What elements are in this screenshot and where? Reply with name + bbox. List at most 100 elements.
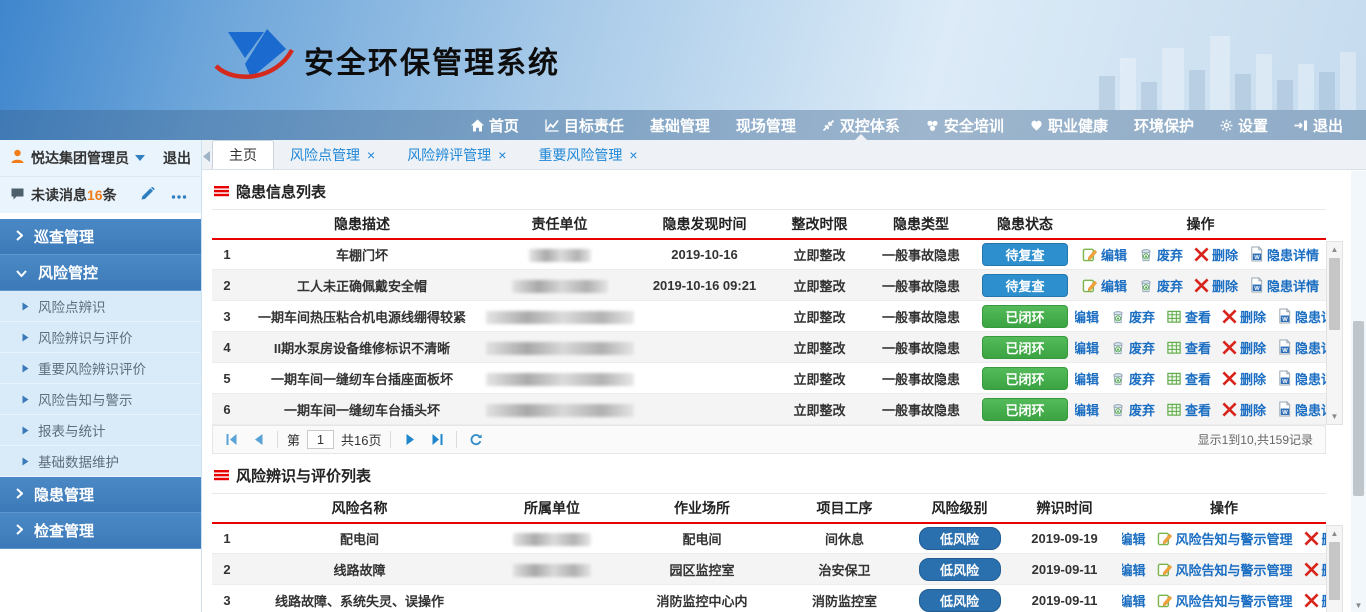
page-number-input[interactable] — [307, 430, 334, 449]
sidebar-group-4[interactable]: 检查管理 — [0, 513, 201, 549]
action-discard-icon[interactable]: 废弃 — [1110, 369, 1155, 388]
action-doc-icon[interactable]: W隐患详情 — [1277, 338, 1326, 357]
refresh-icon[interactable] — [466, 430, 486, 450]
prev-page-button[interactable] — [248, 430, 268, 450]
status-badge[interactable]: 待复查 — [982, 243, 1068, 266]
action-delete-icon[interactable]: 删除 — [1194, 245, 1238, 264]
action-edit-icon[interactable]: 编辑 — [1075, 400, 1099, 419]
risk-level-badge[interactable]: 低风险 — [919, 558, 1001, 581]
action-doc-icon[interactable]: W隐患详情 — [1277, 369, 1326, 388]
status-badge[interactable]: 已闭环 — [982, 305, 1068, 328]
risk-level-badge[interactable]: 低风险 — [919, 589, 1001, 612]
action-label: 删除 — [1240, 338, 1266, 357]
action-edit-icon[interactable]: 编辑 — [1075, 369, 1099, 388]
scroll-down-icon[interactable]: ▼ — [1327, 409, 1342, 424]
action-delete-icon[interactable]: 删除 — [1222, 400, 1266, 419]
nav-item-5[interactable]: 双控体系 — [809, 110, 913, 140]
action-doc-icon[interactable]: W隐患详情 — [1277, 307, 1326, 326]
sidebar-item-2-6[interactable]: 基础数据维护 — [0, 446, 201, 477]
action-delete-icon[interactable]: 删除 — [1304, 529, 1326, 548]
action-discard-icon[interactable]: 废弃 — [1110, 400, 1155, 419]
status-badge[interactable]: 已闭环 — [982, 398, 1068, 421]
action-edit-icon[interactable]: 编辑 — [1082, 276, 1127, 295]
scroll-up-icon[interactable]: ▲ — [1327, 242, 1342, 257]
tab-1[interactable]: 主页 — [212, 140, 274, 169]
close-icon[interactable]: × — [498, 148, 506, 162]
scroll-thumb[interactable] — [1329, 258, 1340, 330]
nav-item-10[interactable]: 退出 — [1281, 110, 1356, 140]
tab-4[interactable]: 重要风险管理× — [522, 140, 653, 169]
sidebar-item-2-3[interactable]: 重要风险辨识评价 — [0, 353, 201, 384]
nav-item-9[interactable]: 设置 — [1207, 110, 1281, 140]
close-icon[interactable]: × — [367, 148, 375, 162]
sidebar-group-3[interactable]: 隐患管理 — [0, 477, 201, 513]
action-notice-icon[interactable]: 风险告知与警示管理 — [1157, 560, 1293, 579]
action-delete-icon[interactable]: 删除 — [1222, 369, 1266, 388]
work-place: 配电间 — [627, 523, 777, 554]
sidebar-item-2-5[interactable]: 报表与统计 — [0, 415, 201, 446]
nav-item-6[interactable]: 安全培训 — [913, 110, 1017, 140]
action-doc-icon[interactable]: W隐患详情 — [1277, 400, 1326, 419]
sidebar-logout-link[interactable]: 退出 — [163, 148, 191, 168]
action-discard-icon[interactable]: 废弃 — [1110, 307, 1155, 326]
last-page-button[interactable] — [427, 430, 447, 450]
unit-cell — [477, 585, 627, 612]
sidebar-item-2-4[interactable]: 风险告知与警示 — [0, 384, 201, 415]
delete-icon — [1304, 531, 1319, 546]
action-discard-icon[interactable]: 废弃 — [1110, 338, 1155, 357]
sidebar-collapse-handle[interactable] — [203, 149, 210, 167]
action-notice-icon[interactable]: 风险告知与警示管理 — [1157, 591, 1293, 610]
action-delete-icon[interactable]: 删除 — [1304, 560, 1326, 579]
action-delete-icon[interactable]: 删除 — [1194, 276, 1238, 295]
action-edit-icon[interactable]: 编辑 — [1075, 338, 1099, 357]
chevron-down-icon[interactable] — [135, 155, 145, 166]
status-badge[interactable]: 已闭环 — [982, 336, 1068, 359]
action-edit-icon[interactable]: 编辑 — [1122, 560, 1146, 579]
status-badge[interactable]: 待复查 — [982, 274, 1068, 297]
tab-3[interactable]: 风险辨评管理× — [391, 140, 522, 169]
risk-table-scrollbar[interactable]: ▲ — [1326, 525, 1343, 612]
pencil-icon[interactable] — [140, 186, 155, 204]
nav-item-2[interactable]: 目标责任 — [532, 110, 637, 140]
action-view-icon[interactable]: 查看 — [1166, 400, 1211, 419]
action-notice-icon[interactable]: 风险告知与警示管理 — [1157, 529, 1293, 548]
action-discard-icon[interactable]: 废弃 — [1138, 276, 1183, 295]
sidebar-item-2-2[interactable]: 风险辨识与评价 — [0, 322, 201, 353]
hazard-table-scrollbar[interactable]: ▲ ▼ — [1326, 241, 1343, 425]
user-name[interactable]: 悦达集团管理员 — [31, 148, 129, 168]
risk-level-badge[interactable]: 低风险 — [919, 527, 1001, 550]
unread-messages-label[interactable]: 未读消息16条 — [31, 185, 117, 205]
first-page-button[interactable] — [221, 430, 241, 450]
action-edit-icon[interactable]: 编辑 — [1122, 591, 1146, 610]
sidebar-group-2[interactable]: 风险管控 — [0, 255, 201, 291]
action-edit-icon[interactable]: 编辑 — [1122, 529, 1146, 548]
next-page-button[interactable] — [400, 430, 420, 450]
action-delete-icon[interactable]: 删除 — [1222, 338, 1266, 357]
action-doc-icon[interactable]: W隐患详情 — [1249, 245, 1319, 264]
tab-2[interactable]: 风险点管理× — [274, 140, 391, 169]
sidebar-group-1[interactable]: 巡查管理 — [0, 219, 201, 255]
nav-item-8[interactable]: 环境保护 — [1121, 110, 1207, 140]
action-delete-icon[interactable]: 删除 — [1222, 307, 1266, 326]
nav-item-7[interactable]: 职业健康 — [1017, 110, 1121, 140]
action-doc-icon[interactable]: W隐患详情 — [1249, 276, 1319, 295]
sidebar-item-2-1[interactable]: 风险点辨识 — [0, 291, 201, 322]
more-options-icon[interactable] — [171, 187, 187, 203]
action-delete-icon[interactable]: 删除 — [1304, 591, 1326, 610]
scroll-thumb[interactable] — [1329, 542, 1340, 600]
page-scroll-thumb[interactable] — [1353, 321, 1364, 496]
action-edit-icon[interactable]: 编辑 — [1075, 307, 1099, 326]
page-scrollbar[interactable]: ▼ — [1351, 171, 1366, 612]
page-scroll-down-icon[interactable]: ▼ — [1351, 601, 1366, 610]
scroll-up-icon[interactable]: ▲ — [1327, 526, 1342, 541]
action-discard-icon[interactable]: 废弃 — [1138, 245, 1183, 264]
action-view-icon[interactable]: 查看 — [1166, 307, 1211, 326]
close-icon[interactable]: × — [629, 148, 637, 162]
nav-item-4[interactable]: 现场管理 — [723, 110, 809, 140]
nav-item-1[interactable]: 首页 — [458, 110, 532, 140]
action-view-icon[interactable]: 查看 — [1166, 369, 1211, 388]
action-view-icon[interactable]: 查看 — [1166, 338, 1211, 357]
action-edit-icon[interactable]: 编辑 — [1082, 245, 1127, 264]
status-badge[interactable]: 已闭环 — [982, 367, 1068, 390]
nav-item-3[interactable]: 基础管理 — [637, 110, 723, 140]
